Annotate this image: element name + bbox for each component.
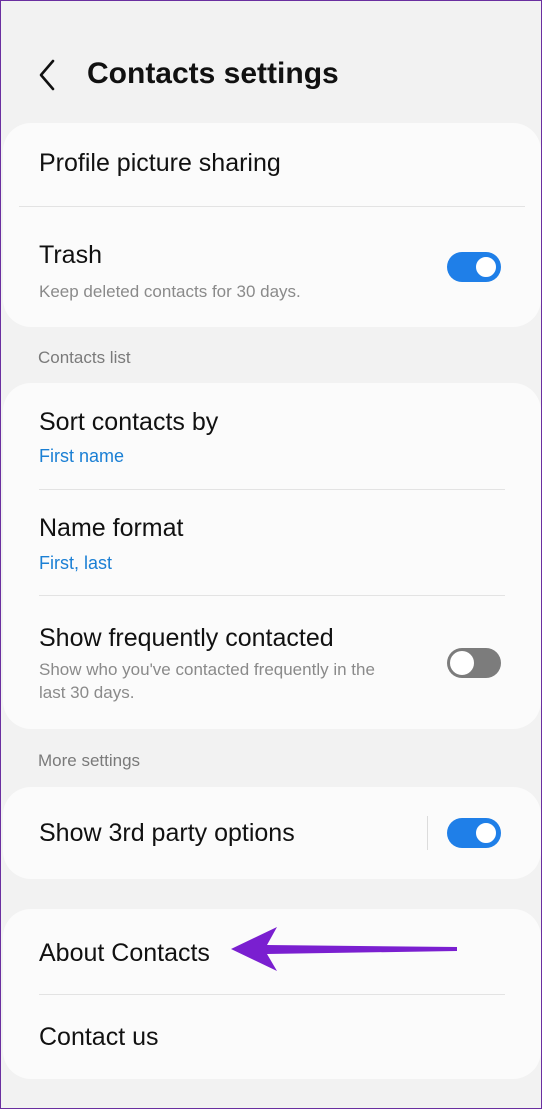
trash-title: Trash [39, 241, 102, 269]
third-party-options-title: Show 3rd party options [39, 819, 295, 847]
section-header-more-settings: More settings [38, 751, 141, 770]
frequently-contacted-toggle[interactable] [447, 648, 501, 678]
third-party-options-toggle[interactable] [447, 818, 501, 848]
back-button[interactable] [33, 55, 63, 95]
about-card: About Contacts Contact us [3, 909, 541, 1079]
trash-item[interactable]: Trash Keep deleted contacts for 30 days. [3, 207, 541, 327]
trash-toggle[interactable] [447, 252, 501, 282]
frequently-contacted-subtitle-line1: Show who you've contacted frequently in … [39, 660, 375, 679]
profile-picture-sharing-label: Profile picture sharing [39, 149, 281, 177]
trash-subtitle: Keep deleted contacts for 30 days. [39, 282, 301, 301]
contact-us-label: Contact us [39, 1023, 159, 1051]
name-format-value: First, last [39, 553, 113, 573]
contacts-list-card: Sort contacts by First name Name format … [3, 383, 541, 729]
toggle-knob [474, 821, 498, 845]
name-format-item[interactable]: Name format First, last [3, 490, 541, 595]
section-header-contacts-list: Contacts list [38, 348, 131, 367]
more-settings-card: Show 3rd party options [3, 787, 541, 879]
name-format-title: Name format [39, 514, 184, 542]
show-frequently-contacted-item[interactable]: Show frequently contacted Show who you'v… [3, 596, 541, 729]
contact-us-item[interactable]: Contact us [3, 995, 541, 1079]
sort-contacts-item[interactable]: Sort contacts by First name [3, 383, 541, 489]
third-party-options-item[interactable]: Show 3rd party options [3, 787, 541, 879]
toggle-knob [448, 649, 476, 677]
frequently-contacted-subtitle-line2: last 30 days. [39, 683, 135, 702]
frequently-contacted-title: Show frequently contacted [39, 624, 334, 652]
top-bar: Contacts settings [1, 41, 541, 109]
profile-picture-sharing-item[interactable]: Profile picture sharing [3, 123, 541, 207]
vertical-divider [427, 816, 428, 850]
sort-contacts-value: First name [39, 446, 125, 466]
page-title: Contacts settings [87, 57, 339, 90]
general-settings-card: Profile picture sharing Trash Keep delet… [3, 123, 541, 327]
sort-contacts-title: Sort contacts by [39, 408, 219, 436]
about-contacts-item[interactable]: About Contacts [3, 909, 541, 995]
toggle-knob [474, 255, 498, 279]
chevron-left-icon [39, 59, 55, 91]
about-contacts-label: About Contacts [39, 939, 210, 967]
